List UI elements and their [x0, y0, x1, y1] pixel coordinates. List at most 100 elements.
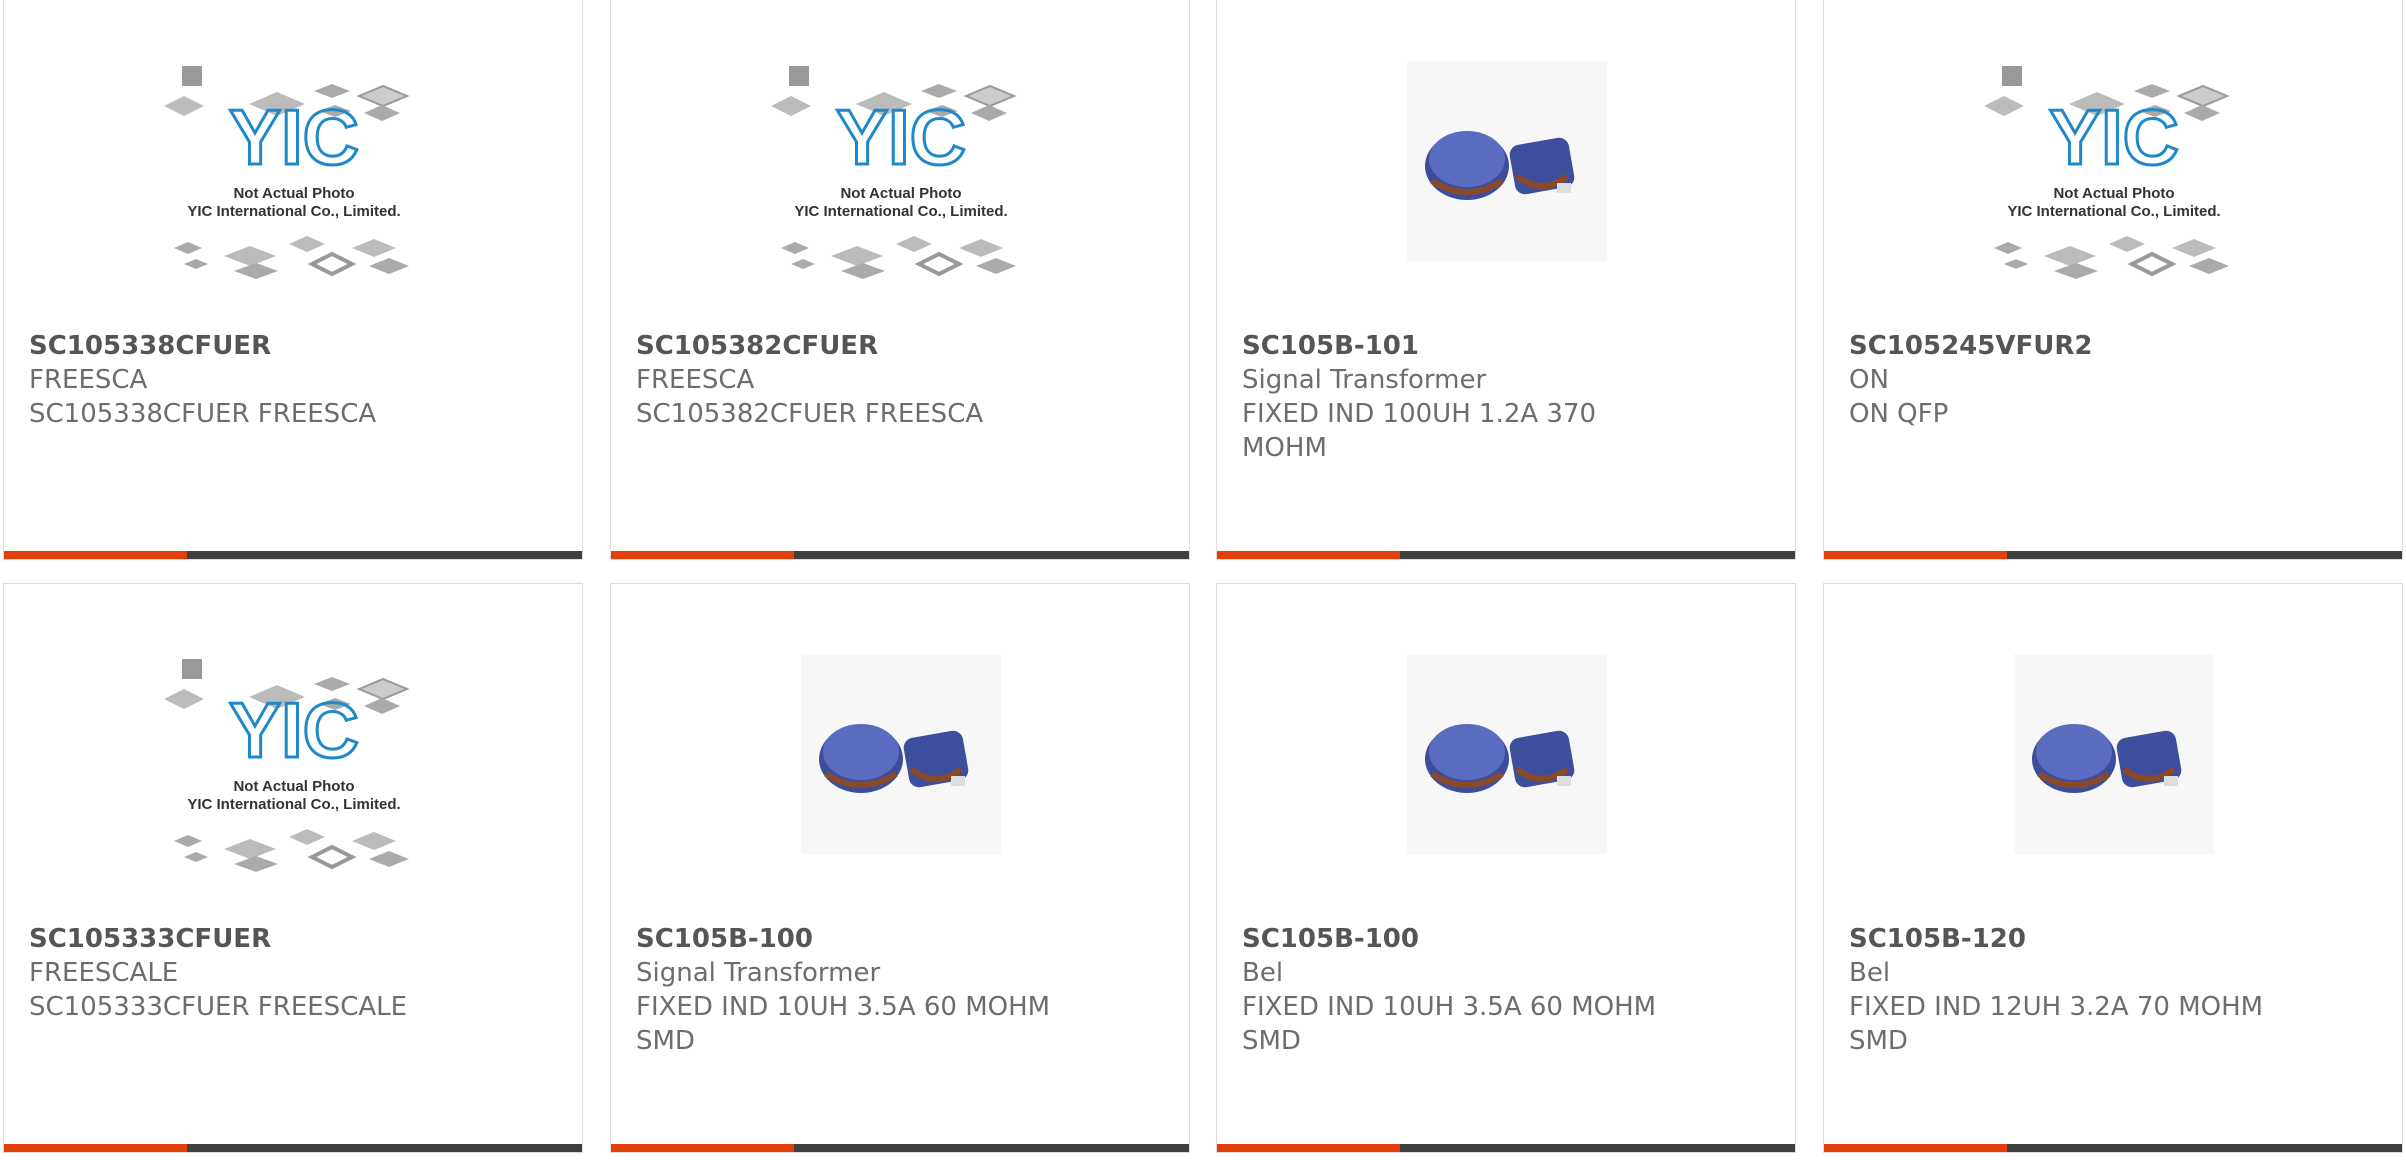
product-image[interactable] [1217, 0, 1795, 321]
chip-icon [182, 659, 202, 679]
product-info: SC105B-120 Bel FIXED IND 12UH 3.2A 70 MO… [1849, 922, 2382, 1058]
chip-icon [971, 105, 1007, 121]
product-image[interactable] [1217, 584, 1795, 914]
chip-icon [224, 839, 276, 859]
card-accent-bar [1824, 1144, 2007, 1152]
card-accent-bar [611, 551, 794, 559]
product-card[interactable]: SC105B-120 Bel FIXED IND 12UH 3.2A 70 MO… [1823, 583, 2403, 1153]
chip-icon [1994, 242, 2022, 254]
product-info: SC105B-101 Signal Transformer FIXED IND … [1242, 329, 1775, 465]
chip-icon [182, 66, 202, 86]
description: FIXED IND 10UH 3.5A 60 MOHM SMD [636, 992, 1051, 1056]
chip-icon [369, 258, 409, 274]
chip-icon [356, 84, 410, 108]
chip-icon [307, 251, 357, 277]
chip-icon [352, 239, 396, 257]
manufacturer: ON [1849, 365, 1889, 395]
product-image[interactable]: YIC Not Actual Photo YIC International C… [4, 0, 582, 321]
chip-icon [2189, 258, 2229, 274]
product-card[interactable]: YIC Not Actual Photo YIC International C… [3, 0, 583, 560]
inductor-photo-icon [1407, 61, 1607, 261]
chip-icon [352, 832, 396, 850]
manufacturer: FREESCA [636, 365, 755, 395]
chip-icon [164, 689, 204, 709]
chip-icon [369, 851, 409, 867]
product-card[interactable]: SC105B-101 Signal Transformer FIXED IND … [1216, 0, 1796, 560]
part-number-link[interactable]: SC105245VFUR2 [1849, 329, 2382, 363]
placeholder-line1: Not Actual Photo [2053, 185, 2174, 202]
product-image[interactable]: YIC Not Actual Photo YIC International C… [4, 584, 582, 914]
card-footer-bar [4, 551, 582, 559]
description: FIXED IND 12UH 3.2A 70 MOHM SMD [1849, 992, 2264, 1056]
product-info: SC105245VFUR2 ON ON QFP [1849, 329, 2382, 431]
product-image[interactable]: YIC Not Actual Photo YIC International C… [611, 0, 1189, 321]
product-info: SC105382CFUER FREESCA SC105382CFUER FREE… [636, 329, 1169, 431]
chip-icon [791, 259, 815, 269]
card-footer-bar [1217, 551, 1795, 559]
chip-icon [364, 105, 400, 121]
part-number-link[interactable]: SC105B-120 [1849, 922, 2382, 956]
manufacturer: FREESCA [29, 365, 148, 395]
product-card[interactable]: YIC Not Actual Photo YIC International C… [3, 583, 583, 1153]
chip-icon [771, 96, 811, 116]
chip-icon [896, 236, 932, 252]
card-accent-bar [4, 1144, 187, 1152]
part-number-link[interactable]: SC105B-100 [636, 922, 1169, 956]
yic-logo-text: YIC [836, 93, 966, 181]
chip-icon [364, 698, 400, 714]
placeholder-line1: Not Actual Photo [840, 185, 961, 202]
manufacturer: Signal Transformer [1242, 365, 1487, 395]
inductor-photo-icon [801, 654, 1001, 854]
product-grid: YIC Not Actual Photo YIC International C… [0, 0, 2406, 1162]
inductor-photo-icon [2014, 654, 2214, 854]
manufacturer: Bel [1242, 958, 1284, 988]
card-footer-bar [611, 1144, 1189, 1152]
chip-icon [289, 236, 325, 252]
chip-icon [2002, 66, 2022, 86]
description: SC105333CFUER FREESCALE [29, 992, 408, 1022]
chip-icon [914, 251, 964, 277]
placeholder-line1: Not Actual Photo [233, 185, 354, 202]
placeholder-line1: Not Actual Photo [233, 778, 354, 795]
part-number-link[interactable]: SC105B-100 [1242, 922, 1775, 956]
product-image[interactable] [1824, 584, 2402, 914]
chip-icon [1984, 96, 2024, 116]
chip-icon [174, 242, 202, 254]
chip-icon [831, 246, 883, 266]
description: ON QFP [1849, 399, 1949, 429]
part-number-link[interactable]: SC105338CFUER [29, 329, 562, 363]
chip-icon [2054, 263, 2098, 279]
inductor-photo-icon [1407, 654, 1607, 854]
card-footer-bar [4, 1144, 582, 1152]
product-image[interactable]: YIC Not Actual Photo YIC International C… [1824, 0, 2402, 321]
description: FIXED IND 100UH 1.2A 370 MOHM [1242, 399, 1597, 463]
product-card[interactable]: YIC Not Actual Photo YIC International C… [1823, 0, 2403, 560]
part-number-link[interactable]: SC105333CFUER [29, 922, 562, 956]
card-accent-bar [611, 1144, 794, 1152]
chip-icon [2127, 251, 2177, 277]
product-info: SC105B-100 Bel FIXED IND 10UH 3.5A 60 MO… [1242, 922, 1775, 1058]
chip-icon [234, 263, 278, 279]
product-card[interactable]: SC105B-100 Bel FIXED IND 10UH 3.5A 60 MO… [1216, 583, 1796, 1153]
product-card[interactable]: YIC Not Actual Photo YIC International C… [610, 0, 1190, 560]
product-card[interactable]: SC105B-100 Signal Transformer FIXED IND … [610, 583, 1190, 1153]
chip-icon [959, 239, 1003, 257]
product-image[interactable] [611, 584, 1189, 914]
part-number-link[interactable]: SC105B-101 [1242, 329, 1775, 363]
product-info: SC105333CFUER FREESCALE SC105333CFUER FR… [29, 922, 562, 1024]
manufacturer: FREESCALE [29, 958, 179, 988]
manufacturer: Bel [1849, 958, 1891, 988]
part-number-link[interactable]: SC105382CFUER [636, 329, 1169, 363]
card-footer-bar [611, 551, 1189, 559]
card-accent-bar [1217, 1144, 1400, 1152]
product-info: SC105338CFUER FREESCA SC105338CFUER FREE… [29, 329, 562, 431]
chip-icon [781, 242, 809, 254]
chip-icon [976, 258, 1016, 274]
card-accent-bar [4, 551, 187, 559]
card-footer-bar [1824, 551, 2402, 559]
chip-icon [2109, 236, 2145, 252]
description: SC105338CFUER FREESCA [29, 399, 377, 429]
card-footer-bar [1217, 1144, 1795, 1152]
chip-icon [224, 246, 276, 266]
placeholder-line2: YIC International Co., Limited. [187, 796, 400, 813]
